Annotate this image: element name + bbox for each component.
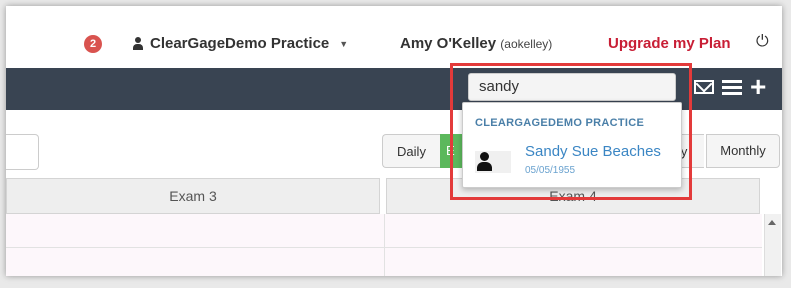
- top-header: 2 ClearGageDemo Practice ▼ Amy O'Kelley …: [6, 6, 782, 70]
- practice-selector[interactable]: ClearGageDemo Practice ▼: [132, 35, 348, 52]
- notification-badge[interactable]: 2: [84, 35, 102, 53]
- app-window: 2 ClearGageDemo Practice ▼ Amy O'Kelley …: [6, 6, 782, 276]
- person-silhouette-icon: [475, 151, 511, 173]
- nav-prev-button[interactable]: [6, 134, 39, 170]
- practice-name: ClearGageDemo Practice: [150, 35, 330, 52]
- envelope-icon[interactable]: [694, 80, 714, 94]
- caret-down-icon: ▼: [339, 38, 349, 49]
- power-icon[interactable]: ⏻: [756, 33, 769, 51]
- plus-icon[interactable]: +: [750, 73, 766, 101]
- view-monthly-button[interactable]: Monthly: [706, 134, 780, 168]
- scroll-up-arrow-icon[interactable]: [768, 220, 776, 225]
- search-results-dropdown: CLEARGAGEDEMO PRACTICE Sandy Sue Beaches…: [462, 102, 682, 188]
- schedule-row[interactable]: [6, 248, 762, 276]
- schedule-row[interactable]: [6, 214, 762, 248]
- view-daily-button[interactable]: Daily: [382, 134, 440, 168]
- hamburger-menu-icon[interactable]: [722, 80, 742, 95]
- user-account[interactable]: Amy O'Kelley (aokelley): [400, 35, 552, 52]
- search-result-dob: 05/05/1955: [525, 165, 576, 176]
- dropdown-section-heading: CLEARGAGEDEMO PRACTICE: [475, 117, 645, 129]
- column-header-exam-3: Exam 3: [6, 178, 380, 214]
- upgrade-plan-link[interactable]: Upgrade my Plan: [608, 35, 731, 52]
- search-result-name[interactable]: Sandy Sue Beaches: [525, 143, 661, 160]
- user-name: Amy O'Kelley: [400, 35, 497, 52]
- search-input[interactable]: sandy: [468, 73, 676, 101]
- user-login: (aokelley): [500, 37, 553, 51]
- user-icon: [132, 36, 144, 51]
